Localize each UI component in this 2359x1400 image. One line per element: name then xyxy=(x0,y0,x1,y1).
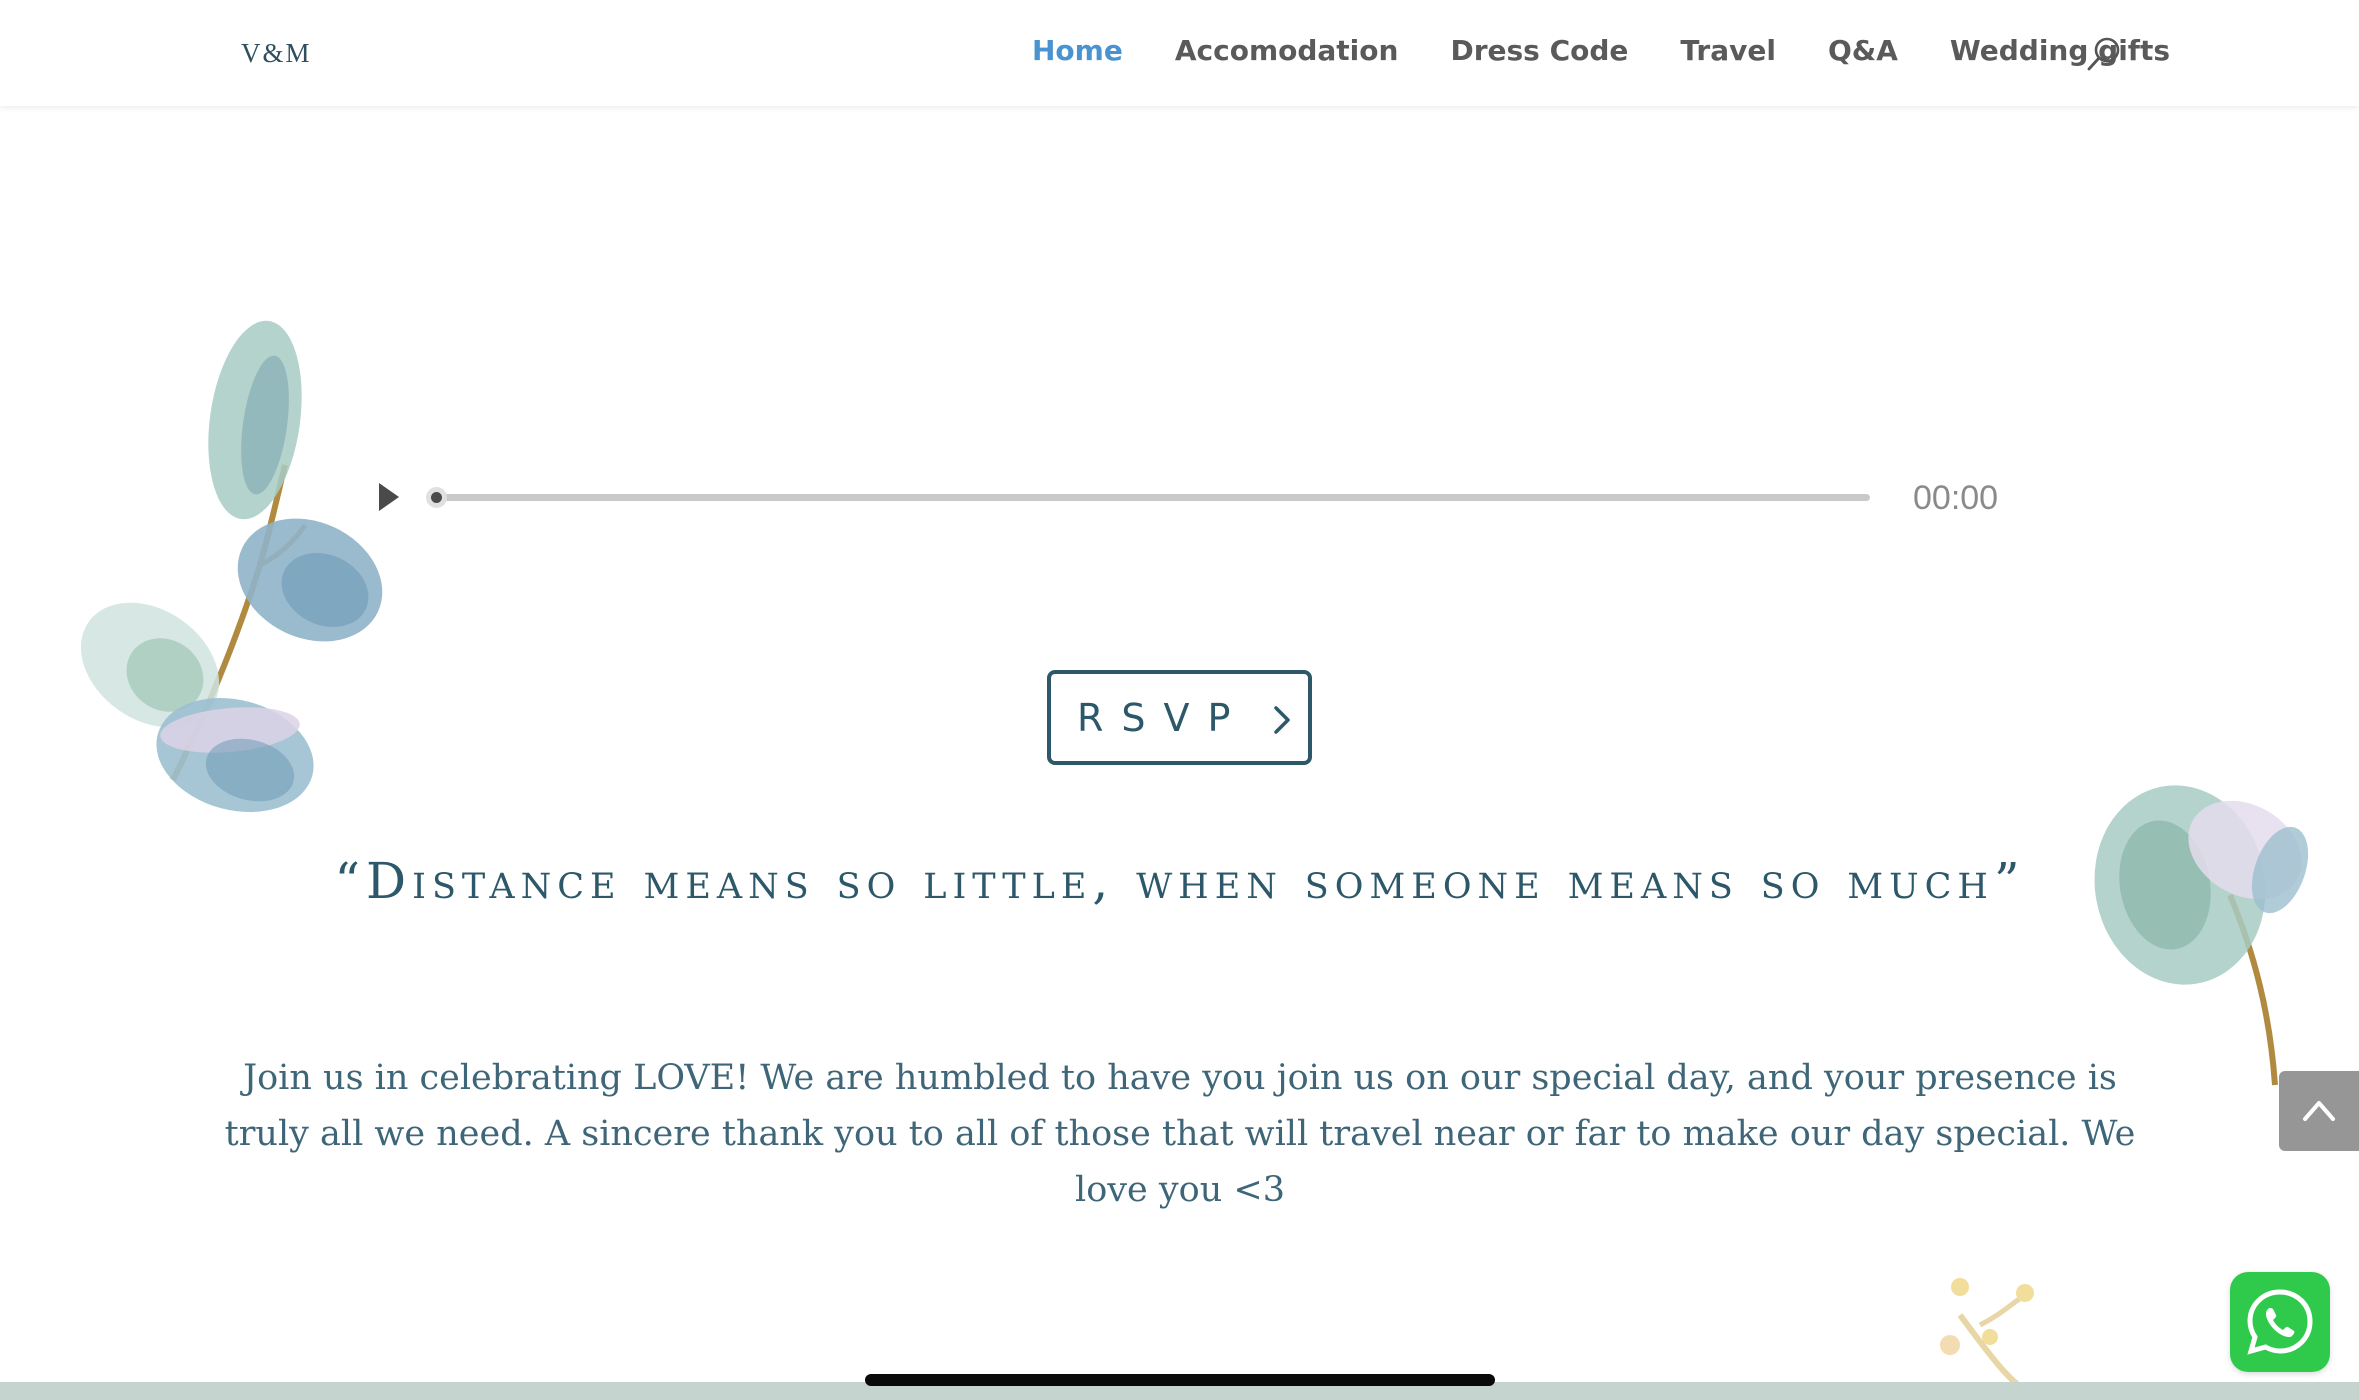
nav-item-home[interactable]: Home xyxy=(1032,34,1123,67)
quote-heading: “Distance means so little, when someone … xyxy=(334,852,2026,910)
welcome-text: Join us in celebrating LOVE! We are humb… xyxy=(224,1058,2136,1210)
back-to-top-button[interactable] xyxy=(2279,1071,2359,1151)
eucalyptus-leaf-decoration xyxy=(80,320,383,813)
audio-progress-track[interactable] xyxy=(432,494,1870,501)
audio-progress-handle[interactable] xyxy=(426,487,447,508)
nav-item-travel[interactable]: Travel xyxy=(1680,34,1776,67)
audio-player: 00:00 xyxy=(375,475,2015,519)
chevron-up-icon xyxy=(2303,1101,2335,1121)
nav-item-qa[interactable]: Q&A xyxy=(1828,34,1898,67)
rsvp-button[interactable]: RSVP xyxy=(1047,670,1312,765)
play-icon[interactable] xyxy=(375,481,403,513)
whatsapp-button[interactable] xyxy=(2230,1272,2330,1372)
whatsapp-icon xyxy=(2247,1289,2313,1355)
nav-item-wedding-gifts[interactable]: Wedding gifts xyxy=(1950,34,2170,67)
nav-item-accomodation[interactable]: Accomodation xyxy=(1175,34,1399,67)
rsvp-label: RSVP xyxy=(1077,695,1249,740)
site-logo[interactable]: V&M xyxy=(241,38,312,69)
audio-time: 00:00 xyxy=(1913,479,1999,517)
eucalyptus-leaf-decoration xyxy=(2094,785,2309,1086)
home-indicator[interactable] xyxy=(865,1374,1495,1386)
search-icon[interactable] xyxy=(2086,36,2122,72)
main-nav: Home Accomodation Dress Code Travel Q&A … xyxy=(1032,34,2222,67)
nav-item-dress-code[interactable]: Dress Code xyxy=(1450,34,1628,67)
chevron-right-icon xyxy=(1274,706,1290,734)
site-header: V&M Home Accomodation Dress Code Travel … xyxy=(0,0,2359,106)
